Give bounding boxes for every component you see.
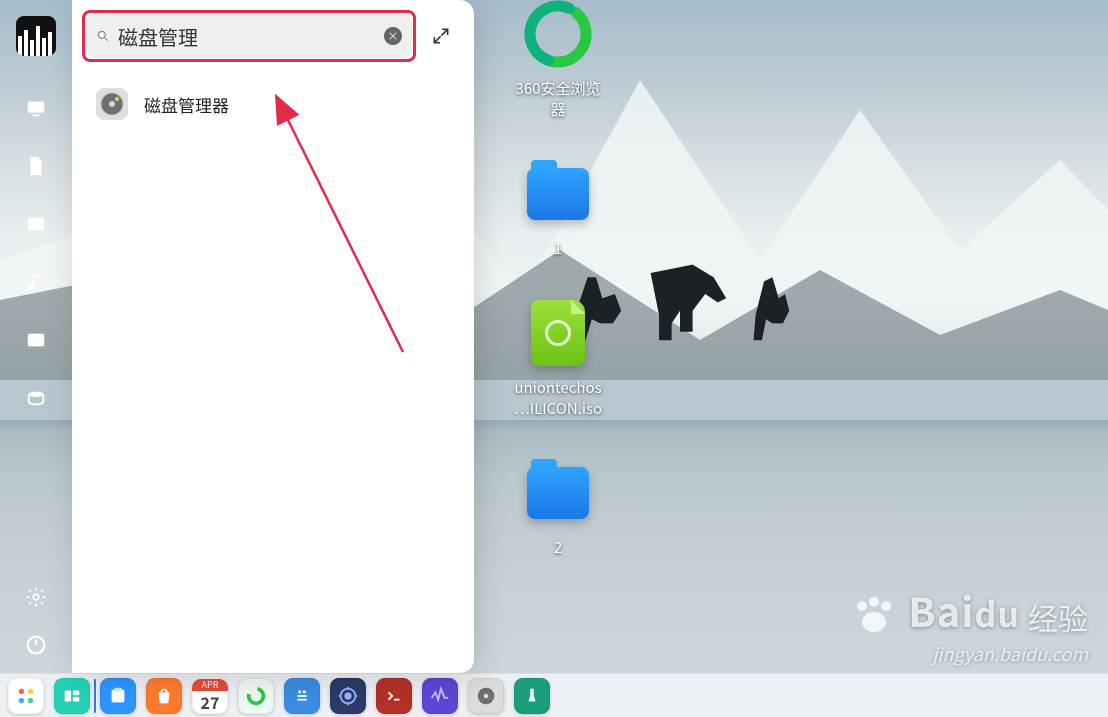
dock-terminal[interactable]	[374, 676, 414, 716]
launcher-popup: × 磁盘管理器	[72, 0, 474, 673]
sidebar-item-computer[interactable]	[16, 88, 56, 128]
iso-file-icon	[524, 299, 592, 367]
folder-icon	[524, 160, 592, 228]
dock-device-manager[interactable]	[512, 676, 552, 716]
watermark-brand-suffix: 经验	[1028, 595, 1088, 639]
search-result-disk-manager[interactable]: 磁盘管理器	[86, 82, 460, 126]
watermark: Baidu 经验 jingyan.baidu.com	[852, 581, 1088, 667]
sidebar-item-documents[interactable]	[16, 146, 56, 186]
dock-text-editor[interactable]	[282, 676, 322, 716]
sidebar-item-music[interactable]	[16, 262, 56, 302]
sidebar-item-videos[interactable]	[16, 320, 56, 360]
user-avatar[interactable]	[16, 16, 56, 56]
dock: APR 27	[0, 673, 1108, 717]
sidebar-power[interactable]	[16, 625, 56, 665]
desktop-item-label: uniontechos …ILICON.iso	[514, 377, 602, 419]
dock-file-manager[interactable]	[98, 676, 138, 716]
dock-system-monitor[interactable]	[420, 676, 460, 716]
dock-app-store[interactable]	[144, 676, 184, 716]
dock-disk-manager[interactable]	[466, 676, 506, 716]
search-results: 磁盘管理器	[86, 64, 460, 126]
dock-launcher[interactable]	[6, 676, 46, 716]
dock-calendar[interactable]: APR 27	[190, 676, 230, 716]
desktop-item-folder-1[interactable]: 1	[498, 160, 618, 259]
sidebar-settings[interactable]	[16, 577, 56, 617]
search-field[interactable]: ×	[86, 14, 412, 58]
dock-multitask[interactable]	[52, 676, 92, 716]
sidebar-item-downloads[interactable]	[16, 378, 56, 418]
launcher-sidebar	[0, 0, 72, 673]
desktop-item-label: 360安全浏览 器	[516, 78, 601, 120]
desktop-icons-column: 360安全浏览 器 1 uniontechos …ILICON.iso 2	[478, 0, 638, 598]
360-browser-icon	[524, 0, 592, 68]
desktop-item-360browser[interactable]: 360安全浏览 器	[498, 0, 618, 120]
watermark-brand-du: du	[974, 588, 1020, 637]
desktop-item-label: 1	[554, 238, 562, 259]
dock-control-center[interactable]	[328, 676, 368, 716]
dock-browser-360[interactable]	[236, 676, 276, 716]
watermark-url: jingyan.baidu.com	[852, 641, 1088, 667]
sidebar-item-pictures[interactable]	[16, 204, 56, 244]
desktop-item-label: 2	[554, 537, 562, 558]
paw-icon	[852, 596, 896, 639]
calendar-day: 27	[201, 691, 220, 713]
desktop-item-folder-2[interactable]: 2	[498, 459, 618, 558]
desktop-item-iso[interactable]: uniontechos …ILICON.iso	[498, 299, 618, 419]
clear-search-button[interactable]: ×	[384, 27, 402, 45]
disk-manager-icon	[96, 88, 128, 120]
fullscreen-toggle-icon[interactable]	[422, 17, 460, 55]
search-icon	[96, 29, 110, 43]
watermark-brand-main: Bai	[908, 581, 974, 639]
search-result-label: 磁盘管理器	[144, 92, 229, 117]
calendar-month: APR	[192, 679, 228, 691]
search-input[interactable]	[118, 25, 384, 48]
folder-icon	[524, 459, 592, 527]
